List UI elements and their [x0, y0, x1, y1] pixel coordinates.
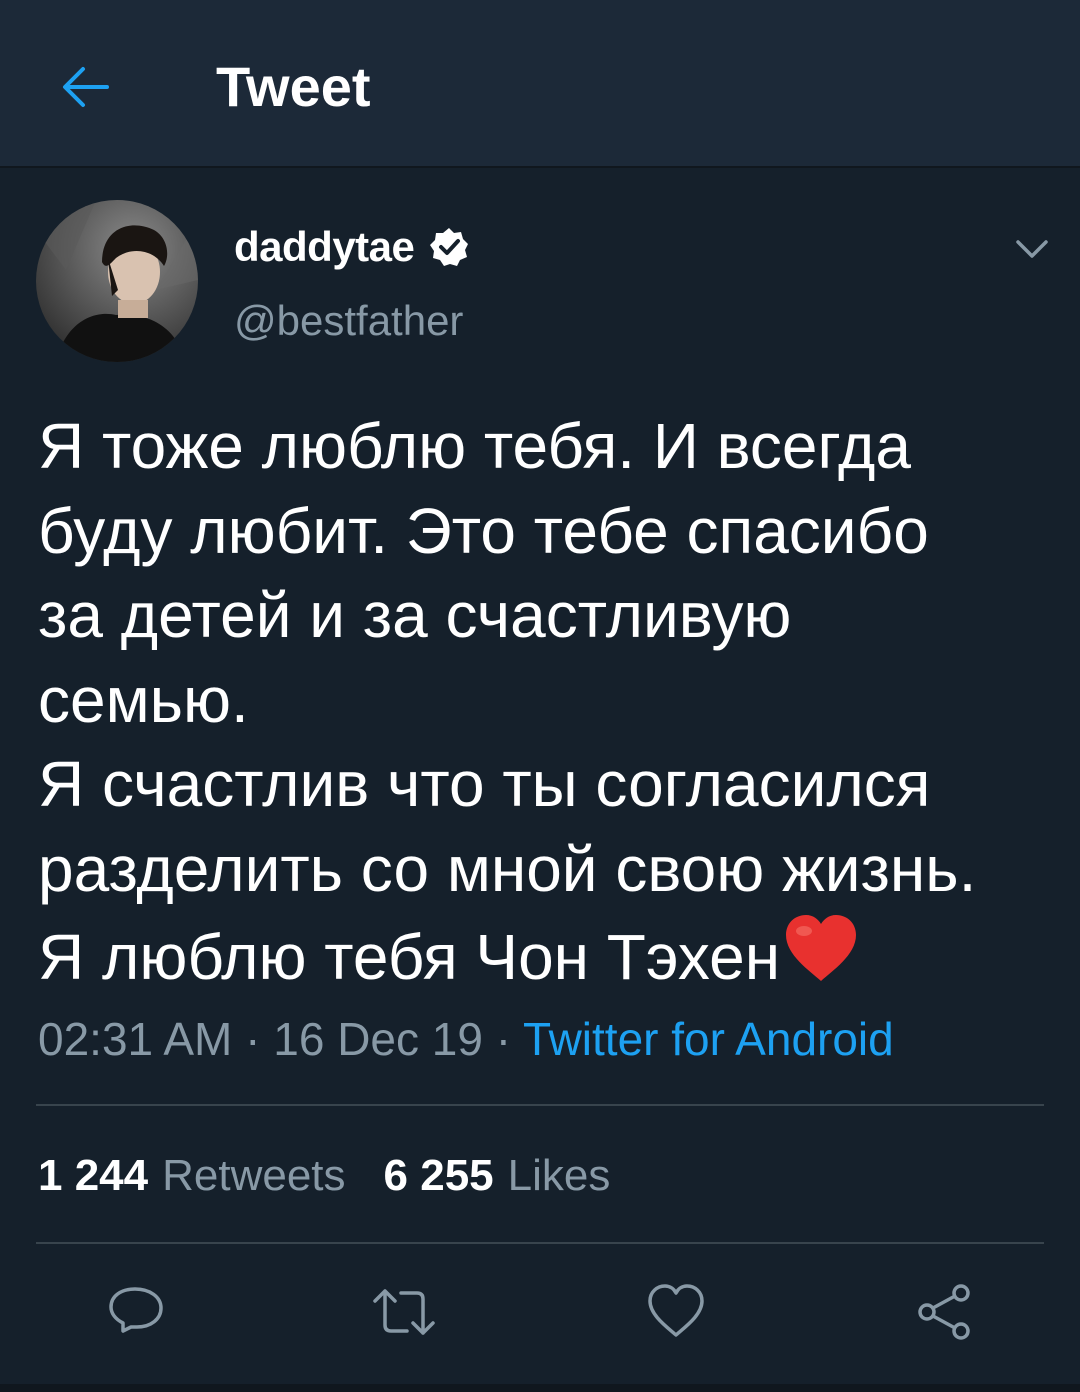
- share-button[interactable]: [908, 1276, 980, 1348]
- likes-label: Likes: [507, 1151, 611, 1200]
- tweet-text: Я тоже люблю тебя. И всегда буду любит. …: [38, 404, 1068, 1000]
- bottom-edge: [0, 1384, 1080, 1392]
- page-title: Tweet: [216, 55, 371, 118]
- tweet-stats: 1 244 Retweets 6 255 Likes: [38, 1148, 610, 1204]
- tweet-detail-screen: Tweet daddytae @bestfather Я тоже люблю …: [0, 0, 1080, 1392]
- red-heart-emoji-icon: [786, 915, 857, 981]
- reply-button[interactable]: [100, 1276, 172, 1348]
- top-app-bar: Tweet: [0, 0, 1080, 168]
- like-icon: [648, 1284, 704, 1337]
- likes-stat[interactable]: 6 255 Likes: [384, 1148, 611, 1204]
- tweet-date: 16 Dec 19: [273, 1013, 483, 1065]
- retweets-count: 1 244: [38, 1151, 149, 1200]
- tweet-last-line: Я люблю тебя Чон Тэхен: [38, 911, 1068, 1000]
- reply-icon: [109, 1287, 163, 1333]
- meta-separator: ·: [482, 1013, 524, 1065]
- meta-separator: ·: [232, 1013, 274, 1065]
- tweet-line: разделить со мной свою жизнь.: [38, 832, 977, 905]
- tweet-meta: 02:31 AM · 16 Dec 19 · Twitter for Andro…: [38, 1010, 894, 1068]
- tweet-line: Я счастлив что ты согласился: [38, 748, 931, 820]
- tweet-line: буду любит. Это тебе спасибо: [38, 494, 929, 567]
- retweet-icon: [373, 1289, 435, 1335]
- back-button[interactable]: [50, 52, 120, 122]
- tweet-line: за детей и за счастливую: [38, 579, 792, 651]
- action-bar: [0, 1276, 1080, 1348]
- likes-count: 6 255: [383, 1151, 494, 1200]
- tweet-source-link[interactable]: Twitter for Android: [523, 1013, 894, 1065]
- retweet-button[interactable]: [368, 1276, 440, 1348]
- arrow-left-icon: [63, 67, 109, 107]
- tweet-line: Я люблю тебя Чон Тэхен: [38, 921, 781, 993]
- avatar-image: [36, 200, 198, 362]
- divider: [36, 1104, 1044, 1106]
- like-button[interactable]: [640, 1276, 712, 1348]
- author-name-row[interactable]: daddytae: [234, 222, 470, 272]
- tweet-line: семью.: [38, 663, 249, 736]
- divider: [36, 1242, 1044, 1244]
- tweet-time: 02:31 AM: [38, 1013, 233, 1065]
- display-name: daddytae: [234, 223, 415, 270]
- chevron-down-icon[interactable]: [1012, 228, 1052, 268]
- retweets-stat[interactable]: 1 244 Retweets: [38, 1148, 346, 1204]
- share-icon: [918, 1284, 970, 1340]
- user-handle[interactable]: @bestfather: [234, 296, 463, 346]
- retweets-label: Retweets: [162, 1151, 346, 1200]
- tweet-line: Я тоже люблю тебя. И всегда: [38, 410, 911, 482]
- avatar[interactable]: [36, 200, 198, 362]
- verified-badge-icon: [430, 228, 469, 266]
